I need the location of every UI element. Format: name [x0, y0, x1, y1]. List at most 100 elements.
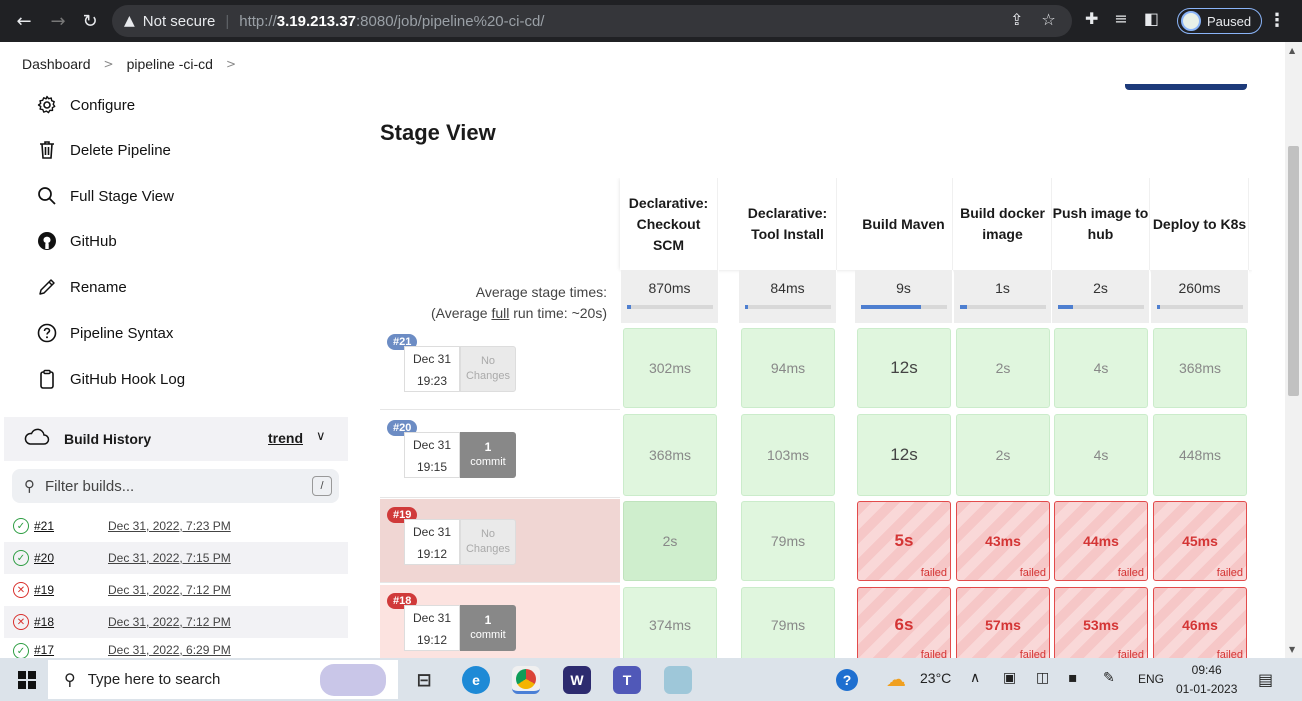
trend-link[interactable]: trend [268, 430, 303, 446]
stage-cell[interactable]: 43ms failed [956, 501, 1050, 581]
stage-duration: 12s [890, 358, 918, 377]
sidebar-item-github-hook-log[interactable]: GitHub Hook Log [36, 367, 185, 391]
pen-icon[interactable]: ✎ [1103, 670, 1115, 686]
teams-icon[interactable]: T [613, 666, 641, 694]
share-icon[interactable]: ⇪ [1010, 10, 1023, 29]
chrome-icon[interactable] [512, 666, 540, 694]
windows-start-icon[interactable] [18, 671, 36, 694]
back-icon[interactable]: ← [8, 5, 40, 37]
build-number[interactable]: #17 [34, 643, 108, 657]
stage-cell[interactable]: 53ms failed [1054, 587, 1148, 658]
stage-cell[interactable]: 2s [623, 501, 717, 581]
build-number[interactable]: #19 [34, 583, 108, 597]
stage-cell[interactable]: 368ms [1153, 328, 1247, 408]
build-now-button-edge[interactable] [1125, 84, 1247, 90]
forward-icon[interactable]: → [42, 5, 74, 37]
chevron-down-icon[interactable]: ∨ [316, 429, 326, 444]
build-date[interactable]: Dec 31, 2022, 7:15 PM [108, 551, 231, 565]
network-icon[interactable]: ▪ [1068, 670, 1078, 686]
stage-cell[interactable]: 79ms [741, 587, 835, 658]
weather-icon[interactable]: ☁ [886, 667, 906, 691]
build-date[interactable]: Dec 31, 2022, 7:23 PM [108, 519, 231, 533]
stage-duration: 302ms [648, 360, 692, 376]
stage-cell[interactable]: 4s [1054, 414, 1148, 496]
build-history-title: Build History [64, 431, 152, 447]
build-row[interactable]: ✓ #17 Dec 31, 2022, 6:29 PM [4, 638, 348, 658]
stage-cell[interactable]: 4s [1054, 328, 1148, 408]
stage-cell[interactable]: 374ms [623, 587, 717, 658]
build-number[interactable]: #20 [34, 551, 108, 565]
clipboard-tray-icon[interactable]: ▣ [1003, 670, 1016, 686]
stage-cell[interactable]: 57ms failed [956, 587, 1050, 658]
reload-icon[interactable]: ↻ [74, 5, 106, 37]
stage-cell[interactable]: 368ms [623, 414, 717, 496]
reading-list-icon[interactable]: ≡ [1114, 9, 1127, 28]
search-highlight-image [320, 664, 386, 696]
taskbar-search-input[interactable]: ⚲ Type here to search [48, 660, 398, 699]
address-bar[interactable]: ▲ Not secure | http:// 3.19.213.37 :8080… [112, 5, 1072, 37]
stage-cell[interactable]: 45ms failed [1153, 501, 1247, 581]
avg-stage-time: 1s [954, 270, 1052, 323]
scroll-down-icon[interactable]: ▼ [1289, 645, 1295, 654]
notes-app-icon[interactable] [664, 666, 692, 694]
edge-icon[interactable]: e [462, 666, 490, 694]
help-icon[interactable]: ? [836, 669, 858, 691]
failed-label: failed [1216, 567, 1243, 579]
language-indicator[interactable]: ENG [1138, 672, 1164, 686]
sidebar-item-full-stage-view[interactable]: Full Stage View [36, 184, 174, 208]
weather-temp[interactable]: 23°C [920, 670, 951, 686]
stage-cell[interactable]: 302ms [623, 328, 717, 408]
breadcrumb-dashboard[interactable]: Dashboard [22, 56, 91, 72]
sidebar-item-github[interactable]: GitHub [36, 229, 117, 253]
scroll-up-icon[interactable]: ▲ [1289, 46, 1295, 55]
stage-cell[interactable]: 79ms [741, 501, 835, 581]
scrollbar-thumb[interactable] [1288, 146, 1299, 396]
breadcrumb-job[interactable]: pipeline -ci-cd [127, 56, 213, 72]
menu-dots-icon[interactable]: ⋮ [1268, 10, 1286, 31]
stage-cell[interactable]: 6s failed [857, 587, 951, 658]
sidebar-item-delete-pipeline[interactable]: Delete Pipeline [36, 138, 171, 162]
build-date[interactable]: Dec 31, 2022, 7:12 PM [108, 583, 231, 597]
chevron-up-icon[interactable]: ∧ [970, 670, 980, 686]
extensions-icon[interactable]: ✚ [1085, 9, 1098, 28]
stage-run-row: #18 Dec 31 19:12 1 commit 374ms 79ms 6s failed 57… [380, 585, 1252, 658]
side-panel-icon[interactable]: ◧ [1144, 9, 1159, 28]
stage-cell[interactable]: 94ms [741, 328, 835, 408]
build-row[interactable]: ✓ #21 Dec 31, 2022, 7:23 PM [4, 510, 348, 542]
stage-cell[interactable]: 5s failed [857, 501, 951, 581]
meet-now-icon[interactable]: ◫ [1036, 670, 1049, 686]
stage-cell[interactable]: 448ms [1153, 414, 1247, 496]
build-number[interactable]: #21 [34, 519, 108, 533]
build-date[interactable]: Dec 31, 2022, 6:29 PM [108, 643, 231, 657]
page-scrollbar[interactable]: ▲ ▼ [1285, 42, 1302, 658]
sidebar-item-rename[interactable]: Rename [36, 275, 127, 299]
profile-button[interactable]: Paused [1177, 8, 1263, 34]
stage-cell[interactable]: 46ms failed [1153, 587, 1247, 658]
stage-cell[interactable]: 12s [857, 328, 951, 408]
build-date[interactable]: Dec 31, 2022, 7:12 PM [108, 615, 231, 629]
build-number[interactable]: #18 [34, 615, 108, 629]
avg-time-bar [1058, 305, 1144, 309]
stage-cell[interactable]: 12s [857, 414, 951, 496]
system-clock[interactable]: 09:46 01-01-2023 [1176, 661, 1237, 699]
filter-builds-input[interactable]: ⚲ Filter builds... / [12, 469, 339, 503]
sidebar-item-label: Delete Pipeline [70, 141, 171, 159]
stage-cell[interactable]: 103ms [741, 414, 835, 496]
build-row[interactable]: ✕ #19 Dec 31, 2022, 7:12 PM [4, 574, 348, 606]
webex-icon[interactable]: W [563, 666, 591, 694]
full-run-link[interactable]: full [491, 305, 509, 321]
build-row[interactable]: ✓ #20 Dec 31, 2022, 7:15 PM [4, 542, 348, 574]
chevron-right-icon[interactable]: > [226, 57, 236, 71]
sidebar-item-configure[interactable]: Configure [36, 93, 135, 117]
notification-icon[interactable]: ▤ [1258, 670, 1273, 689]
bookmark-star-icon[interactable]: ☆ [1041, 10, 1055, 29]
commit-count-button[interactable]: 1 commit [460, 432, 516, 478]
stage-cell[interactable]: 2s [956, 414, 1050, 496]
build-row[interactable]: ✕ #18 Dec 31, 2022, 7:12 PM [4, 606, 348, 638]
commit-count-button[interactable]: 1 commit [460, 605, 516, 651]
run-info: #20 Dec 31 19:15 1 commit [380, 412, 620, 498]
stage-cell[interactable]: 44ms failed [1054, 501, 1148, 581]
task-view-icon[interactable]: ⊟ [410, 666, 438, 694]
stage-cell[interactable]: 2s [956, 328, 1050, 408]
sidebar-item-pipeline-syntax[interactable]: Pipeline Syntax [36, 321, 173, 345]
